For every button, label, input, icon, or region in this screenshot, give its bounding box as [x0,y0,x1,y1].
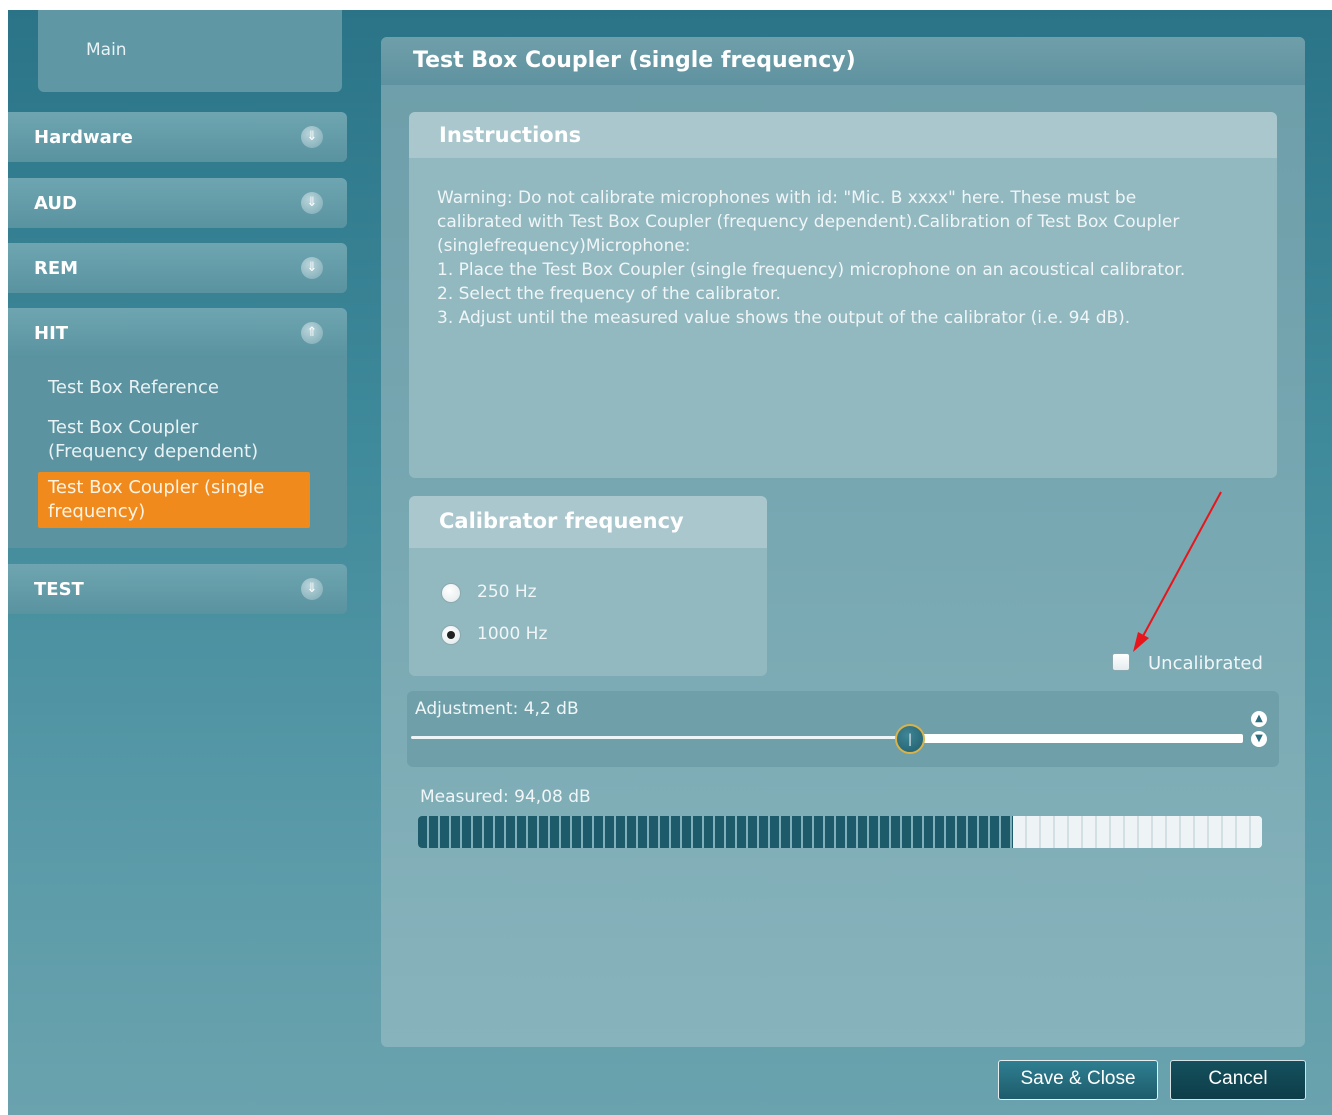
instructions-header: Instructions [409,112,1277,158]
measured-label: Measured: 94,08 dB [420,787,591,807]
adjustment-box: Adjustment: 4,2 dB | ▲ ▼ [407,691,1279,767]
panel-header: Test Box Coupler (single frequency) [381,37,1305,85]
instruction-line: 1. Place the Test Box Coupler (single fr… [437,260,1186,280]
calibrator-heading: Calibrator frequency [439,509,684,533]
instruction-line: Warning: Do not calibrate microphones wi… [437,188,1137,208]
sidebar-group-label: HIT [34,323,69,344]
sidebar-header-test[interactable]: TEST ⇓ [8,564,347,614]
instruction-line: (singlefrequency)Microphone: [437,236,691,256]
slider-left-track [411,736,910,739]
sidebar-item-test-box-reference[interactable]: Test Box Reference [48,376,219,400]
instruction-line: 2. Select the frequency of the calibrato… [437,284,781,304]
instruction-line: 3. Adjust until the measured value shows… [437,308,1131,328]
sidebar-group-hardware[interactable]: Hardware ⇓ [8,112,347,162]
sidebar-group-label: Hardware [34,127,133,148]
calibrator-header: Calibrator frequency [409,496,767,548]
stepper-up-icon[interactable]: ▲ [1251,711,1267,727]
uncalibrated-checkbox[interactable] [1112,653,1130,671]
main-tab-label: Main [86,40,127,60]
annotation-arrow-icon [1133,491,1222,652]
measured-level-meter [418,816,1262,848]
radio-250hz[interactable] [441,583,461,603]
chevron-down-double-icon[interactable]: ⇓ [301,578,323,600]
cancel-button[interactable]: Cancel [1170,1060,1306,1100]
sidebar-group-rem[interactable]: REM ⇓ [8,243,347,293]
page-title: Test Box Coupler (single frequency) [413,48,856,73]
chevron-down-double-icon[interactable]: ⇓ [301,126,323,148]
settings-window: Main Hardware ⇓ AUD ⇓ REM ⇓ HIT ⇑ Test B… [8,10,1332,1115]
instructions-box: Instructions Warning: Do not calibrate m… [409,112,1277,478]
sidebar-header-rem[interactable]: REM ⇓ [8,243,347,293]
radio-250hz-label[interactable]: 250 Hz [477,582,537,602]
meter-empty [1013,816,1262,848]
sidebar-group-aud[interactable]: AUD ⇓ [8,178,347,228]
sidebar-group-label: REM [34,258,79,279]
main-tab[interactable]: Main [38,10,342,92]
instruction-line: calibrated with Test Box Coupler (freque… [437,212,1180,232]
chevron-down-double-icon[interactable]: ⇓ [301,192,323,214]
sidebar-item-test-box-coupler-single-frequency[interactable]: Test Box Coupler (single frequency) [38,472,310,528]
sidebar-group-label: TEST [34,579,84,600]
sidebar-group-label: AUD [34,193,77,214]
sidebar-header-aud[interactable]: AUD ⇓ [8,178,347,228]
slider-right-track [910,734,1243,743]
sidebar-header-hit[interactable]: HIT ⇑ [8,308,347,358]
adjustment-stepper[interactable]: ▲ ▼ [1251,711,1271,749]
uncalibrated-label[interactable]: Uncalibrated [1148,653,1263,674]
stepper-down-icon[interactable]: ▼ [1251,731,1267,747]
sidebar-group-hit: HIT ⇑ Test Box Reference Test Box Couple… [8,308,347,548]
sidebar-item-test-box-coupler-frequency-dependent[interactable]: Test Box Coupler (Frequency dependent) [48,416,258,464]
chevron-up-double-icon[interactable]: ⇑ [301,322,323,344]
radio-1000hz-label[interactable]: 1000 Hz [477,624,547,644]
instructions-heading: Instructions [439,123,582,147]
radio-1000hz[interactable] [441,625,461,645]
calibrator-frequency-box: Calibrator frequency 250 Hz 1000 Hz [409,496,767,676]
adjustment-slider-track[interactable] [411,734,1243,743]
meter-fill [418,816,1013,848]
save-close-button[interactable]: Save & Close [998,1060,1158,1100]
chevron-down-double-icon[interactable]: ⇓ [301,257,323,279]
adjustment-label: Adjustment: 4,2 dB [415,699,579,719]
sidebar-group-test[interactable]: TEST ⇓ [8,564,347,614]
slider-thumb-icon[interactable]: | [895,724,925,754]
sidebar-header-hardware[interactable]: Hardware ⇓ [8,112,347,162]
content-panel: Test Box Coupler (single frequency) Inst… [381,37,1305,1047]
